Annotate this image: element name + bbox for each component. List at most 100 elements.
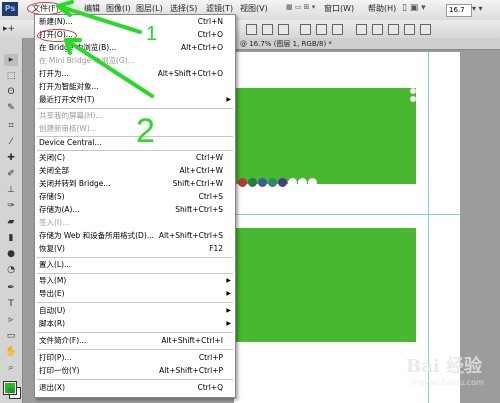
menu-item-scripts[interactable]: 脚本(R) ▶ — [35, 318, 235, 330]
menu-item-share-screen: 共享我的屏幕(H)... — [39, 111, 103, 120]
zoom-tool-icon[interactable]: ⌕ — [4, 362, 18, 374]
menu-item-check-in: 签入(I)... — [39, 218, 70, 227]
menu-separator — [37, 273, 233, 274]
menu-item-recent-files[interactable]: 最近打开文件(T) ▶ — [35, 94, 235, 106]
menu-item-close[interactable]: 关闭(C) Ctrl+W — [35, 152, 235, 164]
quick-select-tool-icon[interactable]: ✎ — [4, 102, 18, 114]
photoshop-logo-icon: Ps — [2, 2, 18, 16]
type-tool-icon[interactable]: T — [4, 298, 18, 310]
align-middle-icon[interactable] — [262, 24, 273, 35]
menu-item-open-as[interactable]: 打开为... Alt+Shift+Ctrl+O — [35, 68, 235, 80]
dodge-tool-icon[interactable]: ◔ — [4, 264, 18, 276]
guide-horizontal — [234, 214, 460, 215]
menu-item-open-smart-object[interactable]: 打开为智能对象... — [35, 81, 235, 93]
distribute-3-icon[interactable] — [388, 24, 399, 35]
color-dot — [248, 178, 257, 187]
align-center-icon[interactable] — [316, 24, 327, 35]
menu-item-print[interactable]: 打印(P)... Ctrl+P — [35, 352, 235, 364]
healing-tool-icon[interactable]: ✚ — [4, 152, 18, 164]
distribute-5-icon[interactable] — [420, 24, 431, 35]
menu-separator — [37, 379, 233, 380]
menu-view[interactable]: 视图(V) — [240, 3, 268, 14]
brush-tool-icon[interactable]: ✐ — [4, 168, 18, 180]
eraser-tool-icon[interactable]: ▰ — [4, 216, 18, 228]
file-menu-dropdown: 新建(N)... Ctrl+N 打开(O)... Ctrl+O 在 Bridge 中… — [34, 14, 236, 398]
submenu-arrow-icon: ▶ — [226, 307, 231, 314]
document-tab[interactable]: @ 16.7% (图层 1, RGB/8) * — [234, 38, 500, 50]
gradient-tool-icon[interactable]: ▮ — [4, 232, 18, 244]
color-dot — [238, 178, 247, 187]
menu-item-automate[interactable]: 自动(U) ▶ — [35, 305, 235, 317]
green-rectangle-top — [234, 88, 416, 184]
menu-item-place[interactable]: 置入(L)... — [35, 259, 235, 271]
hand-tool-icon[interactable]: ✋ — [4, 346, 18, 358]
submenu-arrow-icon: ▶ — [226, 277, 231, 284]
align-top-icon[interactable] — [246, 24, 257, 35]
shape-tool-icon[interactable]: ▭ — [4, 330, 18, 342]
menu-select[interactable]: 选择(S) — [170, 3, 197, 14]
eyedropper-tool-icon[interactable]: ⁄ — [4, 136, 18, 148]
window-controls-icon[interactable]: ▾ ▾ — [472, 4, 483, 13]
menu-item-revert[interactable]: 恢复(V) F12 — [35, 243, 235, 255]
menu-separator — [37, 108, 233, 109]
menu-item-close-all[interactable]: 关闭全部 Alt+Ctrl+W — [35, 165, 235, 177]
history-brush-tool-icon[interactable]: ✑ — [4, 200, 18, 212]
align-bottom-icon[interactable] — [278, 24, 289, 35]
menu-item-new[interactable]: 新建(N)... Ctrl+N — [35, 16, 235, 28]
color-dot — [268, 178, 277, 187]
menu-item-save-as[interactable]: 存储为(A)... Shift+Ctrl+S — [35, 204, 235, 216]
guide-vertical — [428, 52, 429, 403]
move-tool-preset-icon[interactable]: ▸+ — [2, 23, 16, 35]
menu-item-file-info[interactable]: 文件简介(F)... Alt+Shift+Ctrl+I — [35, 335, 235, 347]
menu-item-exit[interactable]: 退出(X) Ctrl+Q — [35, 382, 235, 394]
menu-item-import[interactable]: 导入(M) ▶ — [35, 275, 235, 287]
zoom-select[interactable]: 16.7 — [446, 4, 472, 17]
lasso-tool-icon[interactable]: ʘ — [4, 86, 18, 98]
watermark-url: jingyan.baidu.com — [410, 378, 484, 387]
pen-tool-icon[interactable]: ✒ — [4, 282, 18, 294]
menu-item-browse-bridge[interactable]: 在 Bridge 中浏览(B)... Alt+Ctrl+O — [35, 42, 235, 54]
menu-item-save[interactable]: 存储(S) Ctrl+S — [35, 191, 235, 203]
path-select-tool-icon[interactable]: ▹ — [4, 314, 18, 326]
distribute-2-icon[interactable] — [372, 24, 383, 35]
menu-separator — [37, 332, 233, 333]
open-highlight-circle — [37, 29, 77, 42]
align-right-icon[interactable] — [332, 24, 343, 35]
menu-layer[interactable]: 图层(L) — [136, 3, 163, 14]
align-left-icon[interactable] — [300, 24, 311, 35]
menu-item-print-one-copy[interactable]: 打印一份(Y) Alt+Shift+Ctrl+P — [35, 365, 235, 377]
crop-tool-icon[interactable]: ⌗ — [4, 120, 18, 132]
green-rectangle-bottom — [234, 228, 416, 342]
blur-tool-icon[interactable]: ● — [4, 248, 18, 260]
submenu-arrow-icon: ▶ — [226, 320, 231, 327]
menu-filter[interactable]: 滤镜(T) — [206, 3, 233, 14]
menu-item-browse-mini-bridge: 在 Mini Bridge 中浏览(G)... — [39, 56, 135, 65]
distribute-icon[interactable] — [356, 24, 367, 35]
menu-help[interactable]: 帮助(H) — [368, 3, 396, 14]
submenu-arrow-icon: ▶ — [226, 96, 231, 103]
stamp-tool-icon[interactable]: ⊥ — [4, 184, 18, 196]
color-dot — [288, 178, 297, 187]
arrange-icons[interactable]: ▯ ▣ ▾ — [402, 3, 426, 13]
color-dot — [258, 178, 267, 187]
color-dot — [308, 178, 317, 187]
distribute-4-icon[interactable] — [404, 24, 415, 35]
submenu-arrow-icon: ▶ — [226, 290, 231, 297]
menu-window[interactable]: 窗口(W) — [324, 3, 354, 14]
menubar-icons: ▦ ▭ ⊞ ▾ — [286, 3, 316, 11]
move-tool-icon[interactable]: ▸ — [4, 54, 18, 66]
tools-panel: ▸ ⬚ ʘ ✎ ⌗ ⁄ ✚ ✐ ⊥ ✑ ▰ ▮ ● ◔ ✒ T ▹ ▭ ✋ ⌕ … — [0, 38, 23, 403]
menu-edit[interactable]: 编辑 — [84, 3, 100, 14]
menu-item-device-central[interactable]: Device Central... — [35, 137, 235, 149]
color-dot — [298, 178, 307, 187]
menu-item-save-for-web[interactable]: 存储为 Web 和设备所用格式(D)... Alt+Shift+Ctrl+S — [35, 230, 235, 242]
menu-item-export[interactable]: 导出(E) ▶ — [35, 288, 235, 300]
menu-item-close-go-bridge[interactable]: 关闭并转到 Bridge... Shift+Ctrl+W — [35, 178, 235, 190]
menu-separator — [37, 302, 233, 303]
menu-separator — [37, 349, 233, 350]
color-dot — [278, 178, 287, 187]
watermark-logo: Bai 经验 — [406, 356, 482, 377]
marquee-tool-icon[interactable]: ⬚ — [4, 70, 18, 82]
menu-image[interactable]: 图像(I) — [106, 3, 131, 14]
quick-mask-icon[interactable]: ◎ — [4, 386, 18, 398]
